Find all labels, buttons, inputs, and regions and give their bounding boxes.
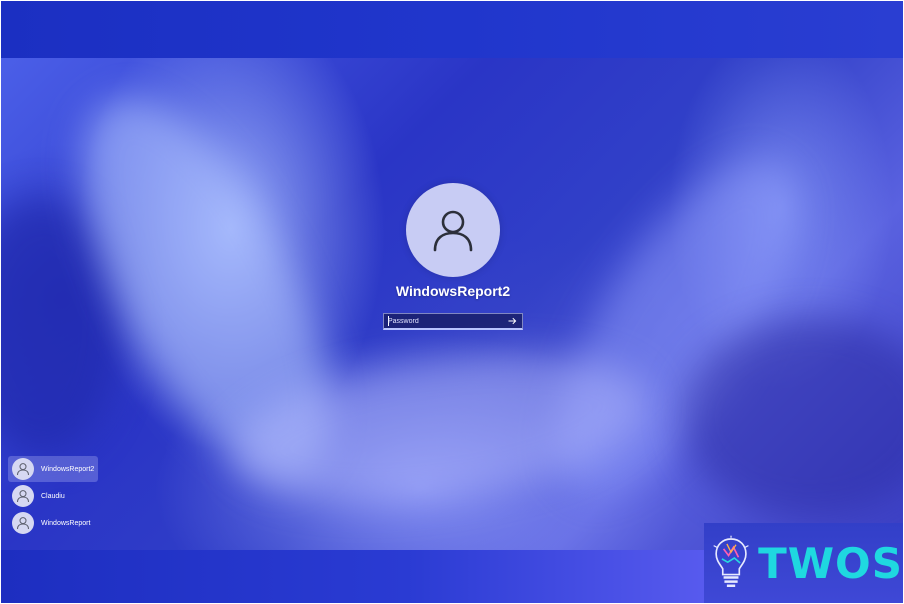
user-icon <box>12 512 34 534</box>
user-item-label: WindowsReport <box>41 519 91 527</box>
username-label: WindowsReport2 <box>395 283 511 299</box>
user-item-label: Claudiu <box>41 492 65 500</box>
user-avatar <box>406 183 500 277</box>
submit-button[interactable] <box>505 315 519 327</box>
login-screen: WindowsReport2 WindowsReport2 Claudiu Wi… <box>1 1 903 603</box>
wallpaper <box>1 58 903 550</box>
user-item-windowsreport2[interactable]: WindowsReport2 <box>8 456 98 482</box>
password-field-container <box>383 313 523 330</box>
watermark: TWOS <box>704 523 903 603</box>
top-banner <box>1 1 903 58</box>
user-icon <box>12 485 34 507</box>
lightbulb-icon <box>713 535 749 587</box>
watermark-text: TWOS <box>758 538 903 588</box>
arrow-right-icon <box>508 317 516 325</box>
user-icon <box>433 210 473 252</box>
user-icon <box>12 458 34 480</box>
user-item-label: WindowsReport2 <box>41 465 95 473</box>
user-item-claudiu[interactable]: Claudiu <box>8 483 98 509</box>
password-input[interactable] <box>384 314 506 328</box>
user-item-windowsreport[interactable]: WindowsReport <box>8 510 98 536</box>
